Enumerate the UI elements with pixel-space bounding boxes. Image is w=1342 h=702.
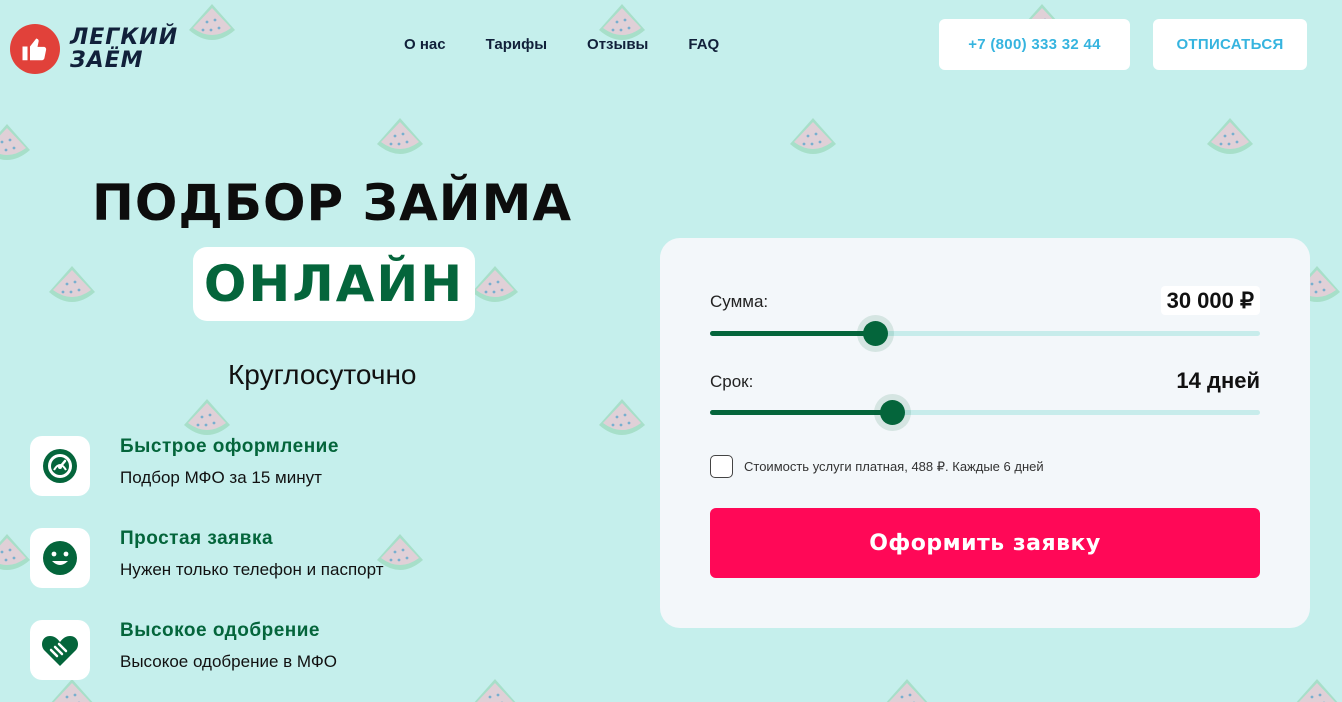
feature-title: Простая заявка	[120, 528, 274, 549]
watermelon-decoration	[0, 124, 30, 160]
term-value: 14 дней	[1176, 368, 1260, 393]
feature-desc: Нужен только телефон и паспорт	[120, 560, 384, 579]
watermelon-decoration	[474, 679, 516, 702]
logo-line2: ЗАЁМ	[70, 48, 144, 73]
amount-label: Сумма:	[710, 292, 769, 311]
consent-text: Стоимость услуги платная, 488 ₽. Каждые …	[744, 458, 1044, 474]
feature-text: Высокое одобрение Высокое одобрение в МФ…	[120, 620, 337, 680]
smile-icon	[30, 528, 90, 588]
watermelon-decoration	[472, 266, 518, 302]
watermelon-decoration	[377, 118, 423, 154]
term-label: Срок:	[710, 372, 754, 391]
nav-faq[interactable]: FAQ	[688, 36, 719, 53]
unsubscribe-button[interactable]: ОТПИСАТЬСЯ	[1153, 19, 1307, 70]
handshake-heart-icon	[30, 620, 90, 680]
nav-reviews[interactable]: Отзывы	[587, 36, 648, 53]
term-slider[interactable]	[710, 400, 1260, 425]
amount-value-text: 30 000 ₽	[1160, 286, 1260, 315]
watermelon-decoration	[0, 534, 30, 570]
consent-checkbox[interactable]	[710, 455, 733, 478]
loan-form-card: Сумма: 30 000 ₽ Срок: 14 дней Стоимость …	[660, 238, 1310, 628]
hero-highlight: ОНЛАЙН	[203, 255, 465, 313]
amount-slider-thumb[interactable]	[863, 321, 888, 346]
term-slider-fill	[710, 410, 892, 415]
feature-text: Простая заявка Нужен только телефон и па…	[120, 528, 383, 588]
hero-title: ПОДБОР ЗАЙМА	[92, 174, 573, 232]
feature-item: Высокое одобрение Высокое одобрение в МФ…	[30, 620, 337, 680]
nav-tariffs[interactable]: Тарифы	[486, 36, 547, 53]
watermelon-decoration	[790, 118, 836, 154]
hero-subtitle: Круглосуточно	[228, 359, 417, 390]
hero-highlight-pill: ОНЛАЙН	[193, 247, 475, 321]
feature-title: Высокое одобрение	[120, 620, 320, 641]
amount-value: 30 000 ₽	[1160, 286, 1260, 315]
logo-text: ЛЕГКИЙ ЗАЁМ	[70, 26, 178, 72]
consent-row: Стоимость услуги платная, 488 ₽. Каждые …	[710, 455, 1044, 478]
main-nav: О нас Тарифы Отзывы FAQ	[404, 36, 719, 53]
term-slider-thumb[interactable]	[879, 400, 905, 425]
feature-item: Быстрое оформление Подбор МФО за 15 мину…	[30, 436, 339, 496]
phone-button[interactable]: +7 (800) 333 32 44	[939, 19, 1130, 70]
watermelon-decoration	[599, 399, 645, 435]
amount-slider[interactable]	[710, 321, 1260, 346]
feature-desc: Подбор МФО за 15 минут	[120, 468, 322, 487]
feature-text: Быстрое оформление Подбор МФО за 15 мину…	[120, 436, 339, 496]
watermelon-decoration	[1207, 118, 1253, 154]
nav-about[interactable]: О нас	[404, 36, 446, 53]
watermelon-decoration	[49, 266, 95, 302]
watermelon-decoration	[1296, 679, 1338, 702]
submit-button[interactable]: Оформить заявку	[710, 508, 1260, 578]
thumbs-up-icon	[10, 24, 60, 74]
feature-item: Простая заявка Нужен только телефон и па…	[30, 528, 383, 588]
header: ЛЕГКИЙ ЗАЁМ О нас Тарифы Отзывы FAQ +7 (…	[0, 0, 1342, 92]
watermelon-decoration	[886, 679, 928, 702]
feature-title: Быстрое оформление	[120, 436, 339, 457]
logo-line1: ЛЕГКИЙ	[70, 25, 179, 50]
amount-slider-fill	[710, 331, 875, 336]
logo[interactable]: ЛЕГКИЙ ЗАЁМ	[10, 24, 178, 74]
speedometer-icon	[30, 436, 90, 496]
feature-desc: Высокое одобрение в МФО	[120, 652, 337, 671]
watermelon-decoration	[184, 399, 230, 435]
